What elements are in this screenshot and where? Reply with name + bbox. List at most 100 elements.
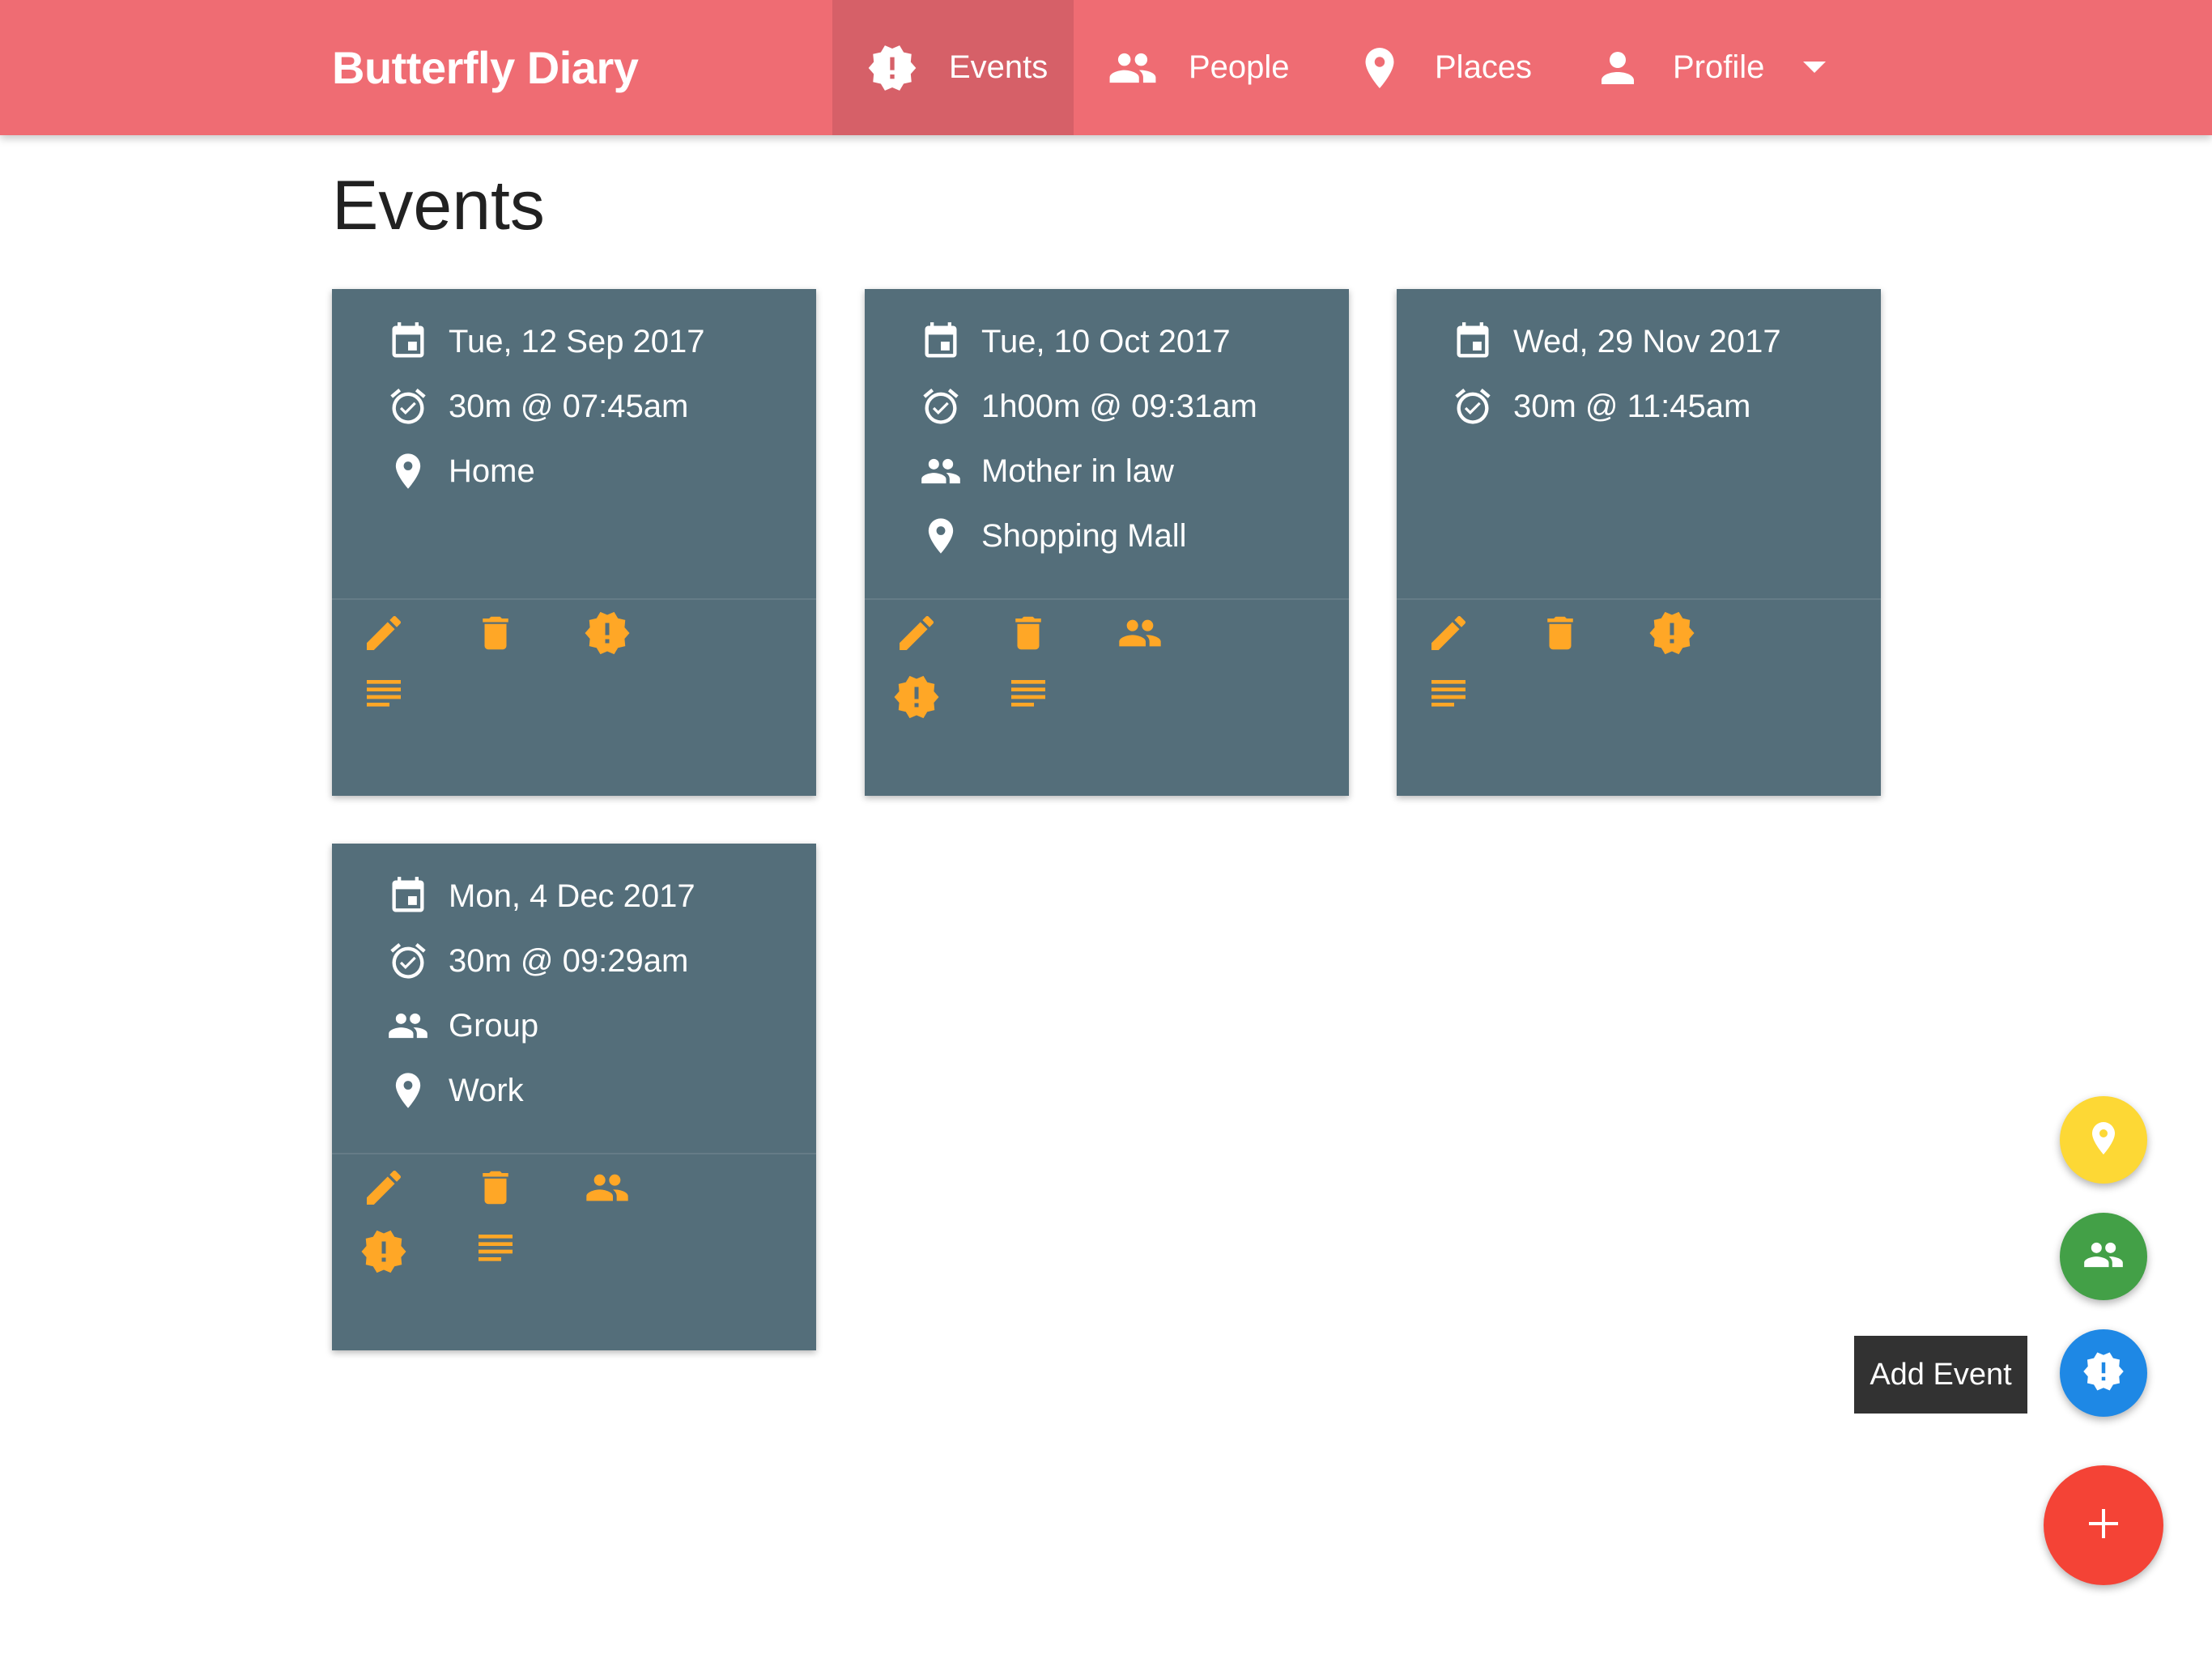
plus-icon — [2086, 1506, 2121, 1545]
person-icon — [1593, 44, 1642, 92]
trash-icon — [1538, 611, 1582, 659]
notes-icon — [1426, 674, 1471, 724]
event-card[interactable]: Mon, 4 Dec 2017 30m @ 09:29am Group Work — [332, 844, 816, 1350]
trash-icon — [1006, 611, 1050, 659]
place-icon — [2084, 1119, 2123, 1162]
event-person: Mother in law — [981, 453, 1174, 489]
nav-item-profile[interactable]: Profile — [1559, 0, 1851, 135]
edit-event-button[interactable] — [1423, 610, 1474, 660]
trash-icon — [474, 611, 517, 659]
people-icon — [2082, 1234, 2125, 1280]
alarm-icon — [1452, 385, 1494, 427]
add-event-fab[interactable] — [2060, 1329, 2147, 1417]
event-details-button[interactable] — [582, 610, 632, 660]
nav-label-people: People — [1189, 49, 1290, 85]
nav-item-people[interactable]: People — [1074, 0, 1317, 135]
event-card-body: Tue, 12 Sep 2017 30m @ 07:45am Home — [332, 289, 816, 598]
nav-item-events[interactable]: Events — [832, 0, 1074, 135]
event-person-row: Mother in law — [920, 447, 1174, 495]
edit-event-button[interactable] — [891, 610, 942, 660]
nav-item-places[interactable]: Places — [1317, 0, 1559, 135]
event-card-body: Mon, 4 Dec 2017 30m @ 09:29am Group Work — [332, 844, 816, 1153]
notes-icon — [1006, 674, 1051, 724]
add-event-tooltip: Add Event — [1854, 1336, 2027, 1414]
event-place-row: Work — [387, 1066, 524, 1115]
app-title[interactable]: Butterfly Diary — [332, 0, 639, 135]
delete-event-button[interactable] — [470, 610, 521, 660]
event-alert-icon — [2082, 1350, 2125, 1397]
event-card[interactable]: Wed, 29 Nov 2017 30m @ 11:45am — [1397, 289, 1881, 796]
calendar-icon — [920, 321, 962, 363]
people-icon — [585, 1165, 630, 1214]
event-card-body: Wed, 29 Nov 2017 30m @ 11:45am — [1397, 289, 1881, 598]
event-place-row: Shopping Mall — [920, 512, 1187, 560]
event-notes-button[interactable] — [470, 1228, 521, 1278]
people-icon — [387, 1005, 429, 1047]
event-time-row: 30m @ 09:29am — [387, 937, 688, 985]
alarm-icon — [387, 940, 429, 982]
trash-icon — [474, 1166, 517, 1214]
event-date: Tue, 12 Sep 2017 — [449, 323, 705, 359]
event-place: Home — [449, 453, 535, 489]
people-icon — [1117, 610, 1163, 660]
alarm-icon — [920, 385, 962, 427]
edit-event-button[interactable] — [359, 1164, 409, 1214]
event-notes-button[interactable] — [1423, 674, 1474, 724]
event-time-row: 30m @ 11:45am — [1452, 382, 1750, 431]
card-divider — [1397, 598, 1881, 600]
add-fab-main[interactable] — [2044, 1465, 2163, 1585]
event-alert-icon — [1648, 609, 1696, 661]
event-notes-button[interactable] — [359, 674, 409, 724]
calendar-icon — [1452, 321, 1494, 363]
event-date: Tue, 10 Oct 2017 — [981, 323, 1231, 359]
event-people-button[interactable] — [1115, 610, 1165, 660]
event-card-body: Tue, 10 Oct 2017 1h00m @ 09:31am Mother in… — [865, 289, 1349, 598]
event-alert-icon — [583, 609, 632, 661]
event-date: Wed, 29 Nov 2017 — [1513, 323, 1781, 359]
event-notes-button[interactable] — [1003, 674, 1053, 724]
event-place: Shopping Mall — [981, 517, 1187, 554]
people-icon — [1108, 43, 1158, 93]
place-icon — [1355, 44, 1404, 92]
event-date-row: Wed, 29 Nov 2017 — [1452, 317, 1781, 366]
notes-icon — [361, 674, 406, 724]
add-place-fab[interactable] — [2060, 1096, 2147, 1184]
event-date-row: Tue, 10 Oct 2017 — [920, 317, 1231, 366]
place-icon — [920, 515, 962, 557]
nav-label-profile: Profile — [1673, 49, 1765, 85]
event-card[interactable]: Tue, 12 Sep 2017 30m @ 07:45am Home — [332, 289, 816, 796]
pencil-icon — [361, 1165, 406, 1214]
notes-icon — [473, 1229, 518, 1278]
card-divider — [865, 598, 1349, 600]
event-people-button[interactable] — [582, 1164, 632, 1214]
delete-event-button[interactable] — [1535, 610, 1585, 660]
page-title: Events — [332, 167, 545, 244]
place-icon — [387, 1069, 429, 1112]
event-person-row: Group — [387, 1001, 538, 1050]
delete-event-button[interactable] — [470, 1164, 521, 1214]
edit-event-button[interactable] — [359, 610, 409, 660]
delete-event-button[interactable] — [1003, 610, 1053, 660]
event-details-button[interactable] — [891, 674, 942, 724]
nav-label-events: Events — [949, 49, 1049, 85]
chevron-down-icon[interactable] — [1803, 61, 1827, 74]
event-card[interactable]: Tue, 10 Oct 2017 1h00m @ 09:31am Mother in… — [865, 289, 1349, 796]
event-person: Group — [449, 1007, 539, 1044]
event-place: Work — [449, 1072, 524, 1108]
people-icon — [920, 450, 962, 492]
card-divider — [332, 1153, 816, 1154]
pencil-icon — [361, 610, 406, 660]
card-divider — [332, 598, 816, 600]
pencil-icon — [1426, 610, 1471, 660]
event-time-row: 30m @ 07:45am — [387, 382, 688, 431]
add-person-fab[interactable] — [2060, 1213, 2147, 1300]
event-details-button[interactable] — [1647, 610, 1697, 660]
alarm-icon — [387, 385, 429, 427]
event-details-button[interactable] — [359, 1228, 409, 1278]
event-time: 30m @ 11:45am — [1513, 388, 1751, 424]
event-time: 30m @ 09:29am — [449, 942, 689, 979]
event-alert-icon — [866, 42, 918, 94]
event-alert-icon — [892, 673, 941, 725]
event-date-row: Tue, 12 Sep 2017 — [387, 317, 705, 366]
nav-label-places: Places — [1435, 49, 1533, 85]
